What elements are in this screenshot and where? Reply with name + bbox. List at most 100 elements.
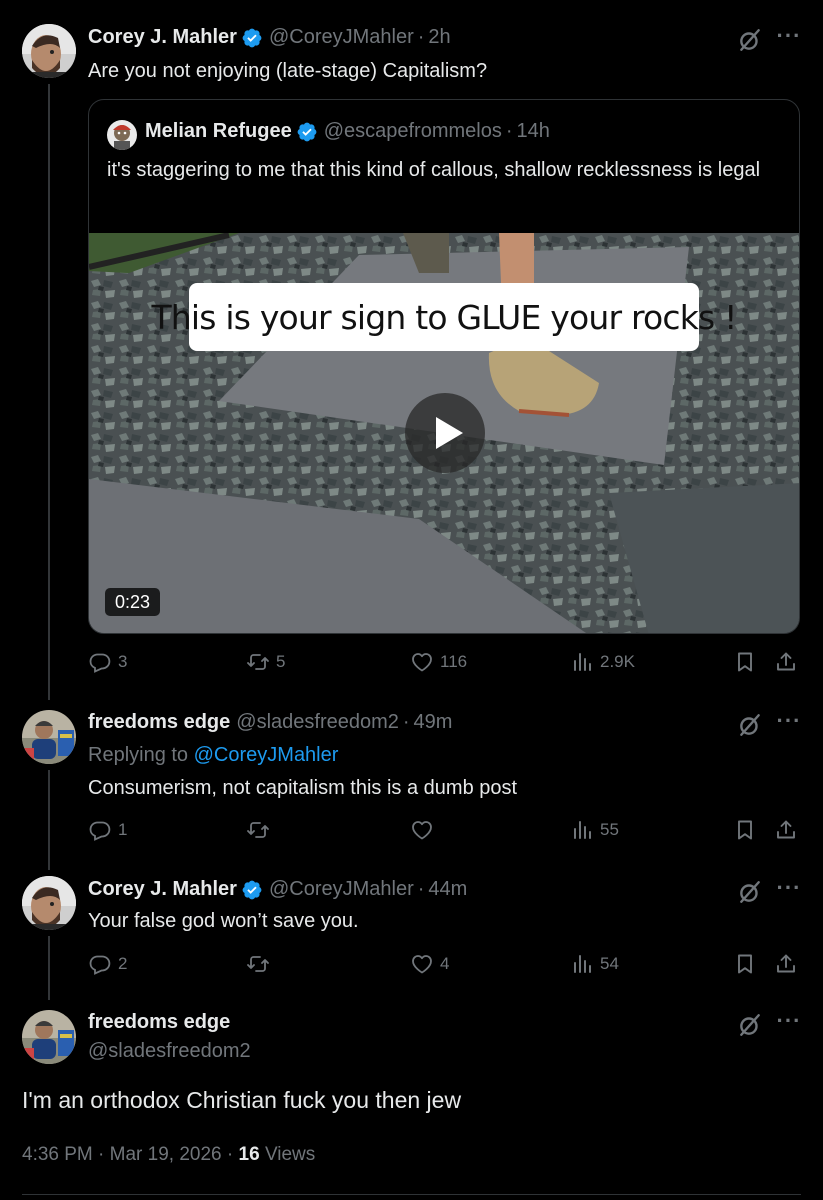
video-caption: This is your sign to GLUE your rocks ! xyxy=(151,283,737,351)
separator: · xyxy=(417,26,425,48)
repost-button[interactable] xyxy=(246,818,276,842)
avatar[interactable] xyxy=(22,24,76,78)
tweet-text: Consumerism, not capitalism this is a du… xyxy=(88,777,518,799)
views-count: 55 xyxy=(600,820,619,839)
author-name[interactable]: Corey J. Mahler xyxy=(88,878,237,901)
author-name[interactable]: Corey J. Mahler xyxy=(88,26,237,49)
repost-button[interactable]: 5 xyxy=(246,650,285,674)
grok-slash-icon[interactable] xyxy=(737,1012,763,1038)
play-icon[interactable] xyxy=(405,393,485,473)
bookmark-icon xyxy=(733,818,757,842)
reply-count: 3 xyxy=(118,652,128,671)
avatar[interactable] xyxy=(22,710,76,764)
timestamp[interactable]: 2h xyxy=(428,26,450,49)
author-handle[interactable]: @sladesfreedom2 xyxy=(236,711,399,734)
repost-button[interactable] xyxy=(246,952,276,976)
video-player[interactable]: This is your sign to GLUE your rocks ! 0… xyxy=(89,233,799,633)
like-count: 4 xyxy=(440,954,450,973)
avatar[interactable] xyxy=(107,120,137,150)
like-button[interactable]: 4 xyxy=(410,952,449,976)
author-name[interactable]: freedoms edge xyxy=(88,711,230,734)
replying-to-label: Replying to xyxy=(88,744,189,766)
tweet-header: Corey J. Mahler @CoreyJMahler · 2h xyxy=(88,26,451,49)
replying-to-link[interactable]: @CoreyJMahler xyxy=(194,744,339,766)
more-icon[interactable]: ··· xyxy=(776,1010,802,1038)
timestamp[interactable]: 44m xyxy=(428,878,467,901)
author-handle[interactable]: @sladesfreedom2 xyxy=(88,1040,251,1063)
post-time[interactable]: 4:36 PM xyxy=(22,1144,93,1165)
separator: · xyxy=(505,120,513,142)
grok-slash-icon[interactable] xyxy=(737,712,763,738)
video-duration: 0:23 xyxy=(105,588,161,616)
more-icon[interactable]: ··· xyxy=(776,25,802,53)
reply-button[interactable]: 2 xyxy=(88,952,127,976)
quoted-tweet-text: it's staggering to me that this kind of … xyxy=(107,159,761,181)
separator: · xyxy=(417,878,425,900)
timestamp[interactable]: 49m xyxy=(414,711,453,734)
like-icon xyxy=(410,952,434,976)
tweet-actions: 3 5 116 2.9K xyxy=(88,650,800,678)
quoted-tweet[interactable]: Melian Refugee @escapefrommelos · 14h it… xyxy=(88,99,800,634)
grok-slash-icon[interactable] xyxy=(737,27,763,53)
author-handle[interactable]: @escapefrommelos xyxy=(324,120,502,143)
quoted-tweet-header: Melian Refugee @escapefrommelos · 14h xyxy=(145,120,550,143)
share-button[interactable] xyxy=(774,650,798,674)
separator: · xyxy=(98,1144,105,1165)
views-count: 16 xyxy=(238,1144,260,1165)
more-icon[interactable]: ··· xyxy=(776,710,802,738)
bookmark-icon xyxy=(733,650,757,674)
like-icon xyxy=(410,650,434,674)
thread-line xyxy=(48,770,50,870)
separator: · xyxy=(226,1144,234,1165)
repost-count: 5 xyxy=(276,652,286,671)
avatar[interactable] xyxy=(22,1010,76,1064)
views-icon xyxy=(570,818,594,842)
views-icon xyxy=(570,650,594,674)
views-count: 2.9K xyxy=(600,652,635,671)
grok-slash-icon[interactable] xyxy=(737,879,763,905)
share-button[interactable] xyxy=(774,952,798,976)
share-icon xyxy=(774,650,798,674)
tweet-text: Your false god won’t save you. xyxy=(88,910,359,932)
verified-badge-icon xyxy=(296,121,318,143)
views-count: 54 xyxy=(600,954,619,973)
more-icon[interactable]: ··· xyxy=(776,877,802,905)
replying-to: Replying to @CoreyJMahler xyxy=(88,744,338,767)
share-button[interactable] xyxy=(774,818,798,842)
share-icon xyxy=(774,818,798,842)
separator: · xyxy=(402,711,410,733)
verified-badge-icon xyxy=(241,879,263,901)
verified-badge-icon xyxy=(241,27,263,49)
views-button[interactable]: 2.9K xyxy=(570,650,635,674)
author-name[interactable]: freedoms edge xyxy=(88,1011,251,1034)
tweet-text: Are you not enjoying (late-stage) Capita… xyxy=(88,60,488,82)
views-button[interactable]: 55 xyxy=(570,818,619,842)
views-label: Views xyxy=(264,1144,316,1165)
views-button[interactable]: 54 xyxy=(570,952,619,976)
author-name[interactable]: Melian Refugee xyxy=(145,120,292,143)
reply-count: 2 xyxy=(118,954,128,973)
bookmark-button[interactable] xyxy=(733,952,757,976)
views-icon xyxy=(570,952,594,976)
bookmark-button[interactable] xyxy=(733,650,757,674)
author-handle[interactable]: @CoreyJMahler xyxy=(269,26,414,49)
repost-icon xyxy=(246,952,270,976)
repost-icon xyxy=(246,650,270,674)
reply-icon xyxy=(88,818,112,842)
reply-icon xyxy=(88,650,112,674)
avatar[interactable] xyxy=(22,876,76,930)
reply-button[interactable]: 1 xyxy=(88,818,127,842)
tweet-actions: 2 4 54 xyxy=(88,952,800,980)
bookmark-button[interactable] xyxy=(733,818,757,842)
post-date[interactable]: Mar 19, 2026 xyxy=(110,1144,222,1165)
reply-count: 1 xyxy=(118,820,128,839)
thread-line xyxy=(48,936,50,1000)
thread-line xyxy=(48,84,50,700)
timestamp[interactable]: 14h xyxy=(517,120,550,143)
tweet-header: freedoms edge @sladesfreedom2 · 49m xyxy=(88,711,452,734)
divider xyxy=(22,1194,801,1195)
author-handle[interactable]: @CoreyJMahler xyxy=(269,878,414,901)
like-button[interactable]: 116 xyxy=(410,650,467,674)
like-button[interactable] xyxy=(410,818,440,842)
reply-button[interactable]: 3 xyxy=(88,650,127,674)
